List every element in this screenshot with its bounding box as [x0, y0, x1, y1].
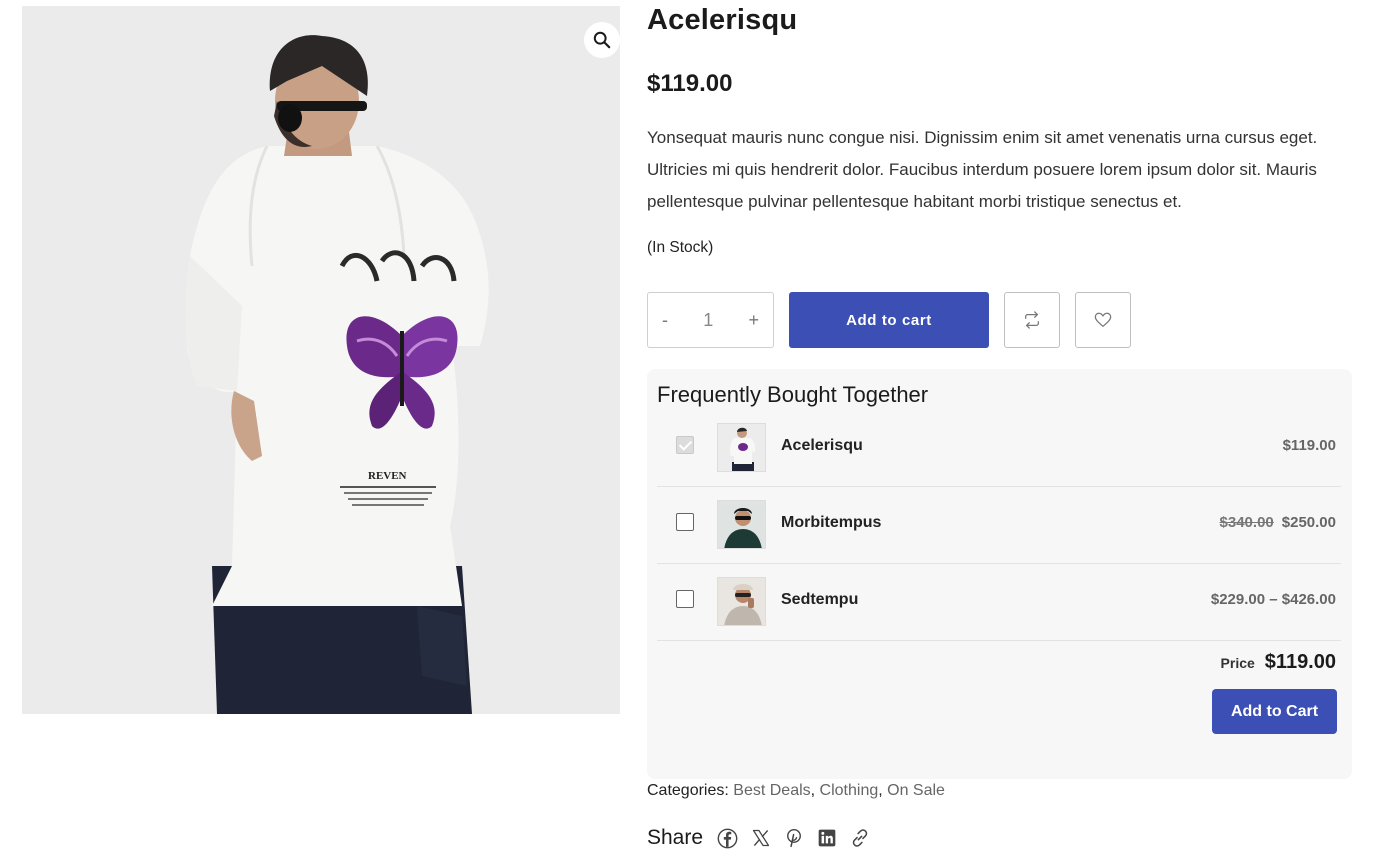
- compare-button[interactable]: [1004, 292, 1060, 348]
- fbt-total-label: Price: [1220, 655, 1255, 671]
- product-price: $119.00: [647, 70, 733, 97]
- fbt-item-name[interactable]: Sedtempu: [781, 591, 858, 609]
- fbt-title: Frequently Bought Together: [657, 382, 929, 407]
- linkedin-icon[interactable]: [816, 828, 837, 849]
- quantity-plus-button[interactable]: +: [748, 310, 759, 331]
- fbt-item-price: $119.00: [1282, 437, 1336, 454]
- fbt-item-price: $340.00 $250.00: [1219, 514, 1336, 531]
- fbt-checkbox[interactable]: [676, 513, 694, 531]
- fbt-add-to-cart-button[interactable]: Add to Cart: [1212, 689, 1337, 734]
- category-link[interactable]: On Sale: [887, 782, 945, 799]
- stock-status: (In Stock): [647, 239, 714, 256]
- quantity-input[interactable]: 1: [703, 310, 713, 331]
- quantity-minus-button[interactable]: -: [662, 310, 668, 331]
- fbt-item: Morbitempus $340.00 $250.00: [657, 487, 1341, 564]
- print-text: REVEN: [368, 470, 407, 482]
- fbt-total-value: $119.00: [1264, 651, 1336, 673]
- category-link[interactable]: Best Deals: [733, 782, 810, 799]
- product-title: Acelerisqu: [647, 4, 798, 36]
- fbt-item-name[interactable]: Acelerisqu: [781, 437, 863, 455]
- pinterest-icon[interactable]: [783, 828, 804, 849]
- zoom-button[interactable]: [584, 22, 620, 58]
- quantity-stepper: - 1 +: [647, 292, 774, 348]
- x-icon[interactable]: [750, 828, 771, 849]
- wishlist-button[interactable]: [1075, 292, 1131, 348]
- fbt-item: Acelerisqu $119.00: [657, 410, 1341, 487]
- fbt-thumbnail[interactable]: [717, 423, 766, 472]
- product-description: Yonsequat mauris nunc congue nisi. Digni…: [647, 128, 1318, 211]
- share-bar: Share: [647, 826, 870, 850]
- fbt-item-price: $229.00 – $426.00: [1210, 591, 1336, 608]
- product-categories: Categories: Best Deals, Clothing, On Sal…: [647, 782, 945, 799]
- add-to-cart-button[interactable]: Add to cart: [789, 292, 989, 348]
- fbt-total: Price $119.00: [1221, 651, 1336, 674]
- fbt-thumbnail[interactable]: [717, 577, 766, 626]
- search-icon: [593, 31, 611, 49]
- cart-form: - 1 + Add to cart: [647, 292, 1131, 348]
- fbt-item-old-price: $340.00: [1219, 514, 1274, 531]
- product-image[interactable]: REVEN: [22, 6, 620, 714]
- category-link[interactable]: Clothing: [820, 782, 879, 799]
- link-icon[interactable]: [849, 828, 870, 849]
- heart-icon: [1094, 312, 1112, 327]
- product-photo: REVEN: [22, 6, 620, 714]
- frequently-bought-together: Frequently Bought Together Acelerisqu $1…: [647, 369, 1352, 779]
- fbt-checkbox[interactable]: [676, 436, 694, 454]
- facebook-icon[interactable]: [717, 828, 738, 849]
- fbt-checkbox[interactable]: [676, 590, 694, 608]
- categories-label: Categories:: [647, 782, 729, 799]
- fbt-item: Sedtempu $229.00 – $426.00: [657, 564, 1341, 641]
- fbt-item-name[interactable]: Morbitempus: [781, 514, 881, 532]
- compare-icon: [1025, 311, 1039, 329]
- share-label: Share: [647, 826, 704, 849]
- fbt-thumbnail[interactable]: [717, 500, 766, 549]
- fbt-list: Acelerisqu $119.00 Morbitempus $340.00 $2…: [657, 410, 1341, 641]
